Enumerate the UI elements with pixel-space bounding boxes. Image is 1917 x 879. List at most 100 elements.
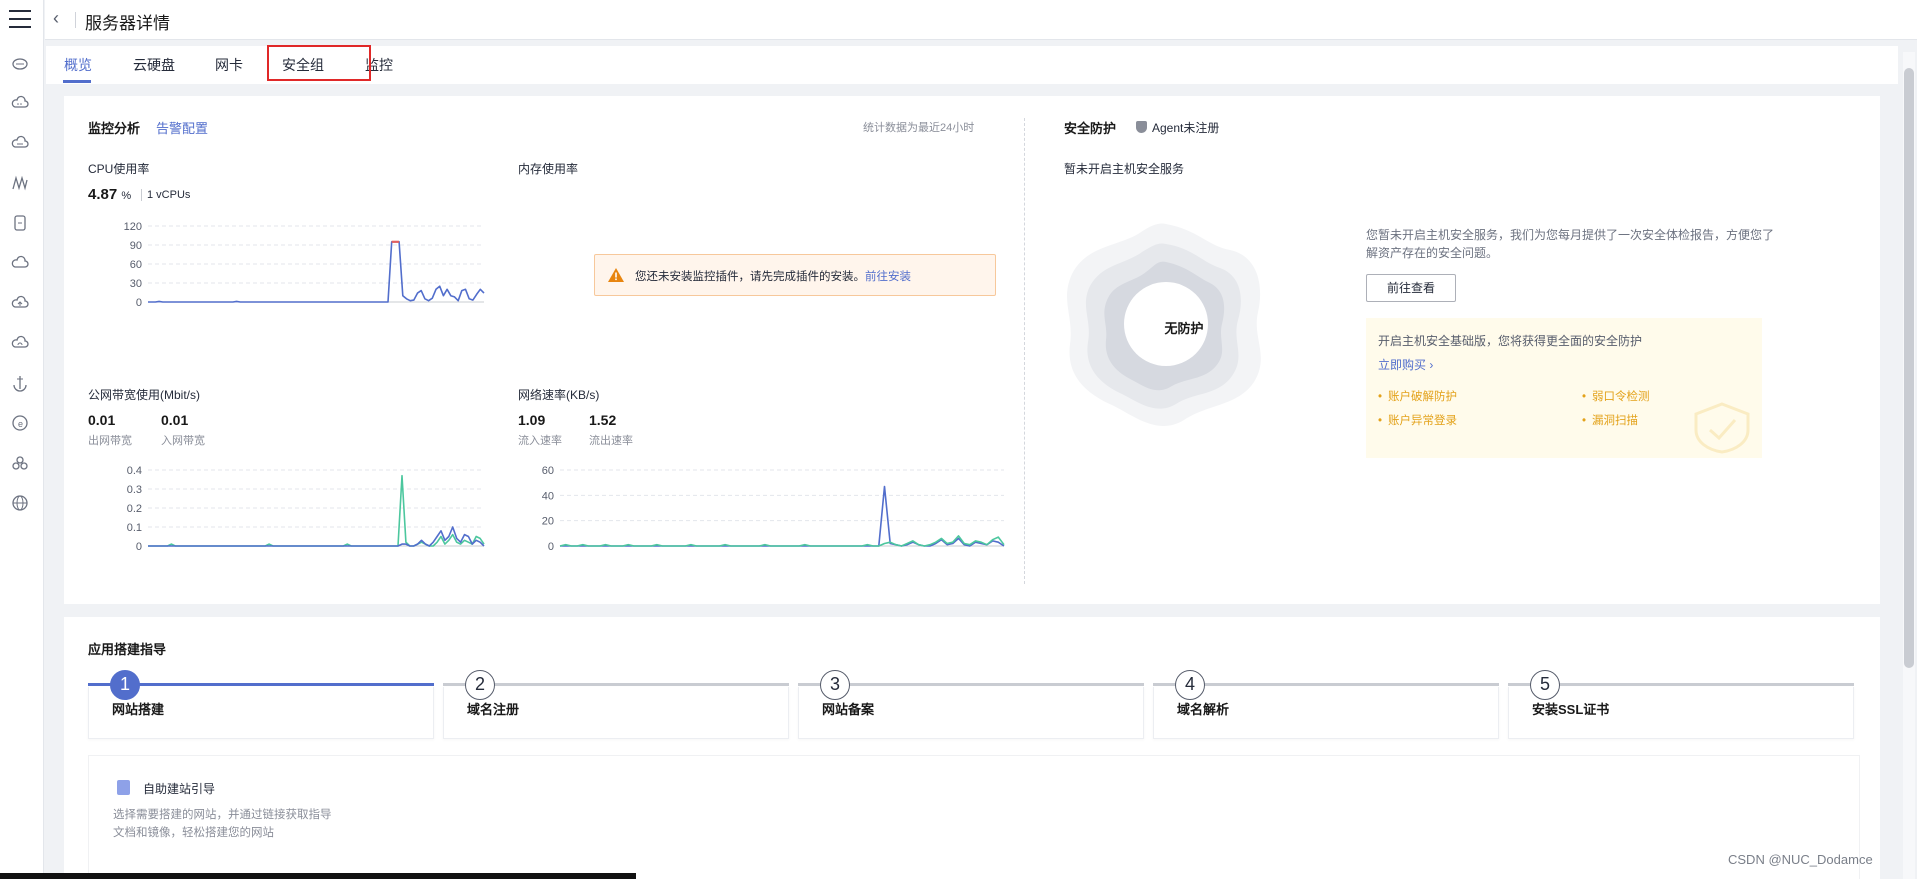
step-2[interactable]: 2 域名注册	[443, 669, 789, 739]
series-line-1	[148, 241, 485, 303]
series-line-2	[148, 526, 485, 547]
scrollbar-thumb[interactable]	[1904, 68, 1914, 668]
page-header: ‹ 服务器详情	[45, 0, 1917, 40]
cpu-label: CPU使用率	[88, 162, 150, 176]
cloud-upload-icon[interactable]	[11, 294, 29, 312]
monitor-title: 监控分析	[88, 121, 141, 136]
app-guide-card: 应用搭建指导 1 网站搭建 2 域名注册 3 网站备案 4 域名解析 5 安装S…	[64, 617, 1880, 879]
feature-item: 账户破解防护	[1378, 388, 1457, 404]
svg-text:e: e	[18, 419, 23, 429]
cloud-sync-icon[interactable]	[11, 334, 29, 352]
globe-icon[interactable]	[11, 494, 29, 512]
y-tick-label: 30	[130, 278, 142, 290]
guide-panel: 自助建站引导 选择需要搭建的网站，并通过链接获取指导 文档和镜像，轻松搭建您的网站	[88, 755, 1860, 879]
protection-status-label: 无防护	[1164, 321, 1204, 336]
monitor-card: 监控分析 告警配置 统计数据为最近24小时 CPU使用率 4.87 % 1 vC…	[64, 96, 1880, 604]
step-5[interactable]: 5 安装SSL证书	[1508, 669, 1854, 739]
bandwidth-chart: 0.4 0.3 0.2 0.1 0	[127, 465, 485, 553]
tree-icon[interactable]	[11, 454, 29, 472]
y-tick-label: 0	[136, 541, 142, 553]
cpu-value: 4.87 %	[88, 186, 132, 203]
promo-title: 开启主机安全基础版，您将获得更全面的安全防护	[1378, 334, 1643, 348]
bandwidth-out-value: 0.01	[88, 412, 116, 428]
install-plugin-link[interactable]: 前往安装	[865, 271, 911, 283]
hss-promo: 开启主机安全基础版，您将获得更全面的安全防护 立即购买 › 账户破解防护 弱口令…	[1366, 318, 1762, 458]
step-1[interactable]: 1 网站搭建	[88, 669, 434, 739]
alarm-config-link[interactable]: 告警配置	[156, 118, 208, 137]
feature-item: 账户异常登录	[1378, 412, 1457, 428]
overlay-bar	[0, 873, 636, 879]
series-line-2	[559, 535, 1005, 547]
tab-security-group[interactable]: 安全组	[282, 55, 324, 75]
netspeed-chart: 60 40 20 0	[542, 465, 1005, 553]
feature-item: 弱口令检测	[1582, 388, 1650, 404]
app-root: e ‹ 服务器详情 概览 云硬盘 网卡 安全组 监控 监控分析 告警配置 统计数…	[0, 0, 1917, 879]
cpu-vcpus: 1 vCPUs	[141, 189, 190, 201]
section-divider	[1024, 118, 1025, 584]
bandwidth-out-label: 出网带宽	[88, 435, 132, 447]
tab-bar: 概览 云硬盘 网卡 安全组 监控	[46, 46, 1898, 84]
security-desc: 您暂未开启主机安全服务，我们为您每月提供了一次安全体检报告，方便您了解资产存在的…	[1366, 228, 1775, 260]
security-title: 安全防护	[1064, 121, 1117, 136]
netspeed-in-value: 1.09	[518, 412, 546, 428]
document-icon[interactable]	[11, 214, 29, 232]
cpu-chart: 120 90 60 30 0	[124, 221, 485, 309]
step-3[interactable]: 3 网站备案	[798, 669, 1144, 739]
y-tick-label: 0	[548, 541, 554, 553]
y-tick-label: 60	[130, 259, 142, 271]
y-tick-label: 40	[542, 490, 554, 502]
feature-item: 漏洞扫描	[1582, 412, 1638, 428]
y-tick-label: 0.1	[127, 522, 142, 534]
warning-text: 您还未安装监控插件，请先完成插件的安装。前往安装	[635, 271, 911, 283]
cloud-icon[interactable]	[11, 94, 29, 112]
step-4[interactable]: 4 域名解析	[1153, 669, 1499, 739]
left-nav-rail: e	[0, 0, 44, 879]
view-report-button[interactable]: 前往查看	[1366, 274, 1456, 302]
graph-icon[interactable]	[11, 174, 29, 192]
agent-status: Agent未注册	[1136, 119, 1219, 136]
series-line-1	[148, 474, 485, 547]
guide-title: 应用搭建指导	[88, 642, 167, 657]
buy-now-link[interactable]: 立即购买 ›	[1378, 356, 1433, 373]
document-icon	[117, 780, 130, 795]
netspeed-label: 网络速率(KB/s)	[518, 388, 600, 402]
page-title: 服务器详情	[85, 14, 170, 33]
y-tick-label: 0.3	[127, 484, 142, 496]
y-tick-label: 0.2	[127, 503, 142, 515]
tab-cloud-disk[interactable]: 云硬盘	[133, 55, 175, 75]
y-tick-label: 120	[124, 221, 142, 233]
netspeed-out-value: 1.52	[589, 412, 617, 428]
guide-panel-title: 自助建站引导	[143, 782, 216, 796]
warning-icon	[608, 268, 624, 282]
bandwidth-in-label: 入网带宽	[161, 435, 205, 447]
y-tick-label: 60	[542, 465, 554, 477]
divider	[75, 12, 76, 28]
y-tick-label: 20	[542, 516, 554, 528]
plugin-warning: 您还未安装监控插件，请先完成插件的安装。前往安装	[594, 254, 996, 296]
bandwidth-label: 公网带宽使用(Mbit/s)	[88, 388, 200, 402]
menu-icon[interactable]	[9, 10, 31, 30]
chevron-left-icon[interactable]: ‹	[53, 8, 59, 29]
bandwidth-in-value: 0.01	[161, 412, 189, 428]
shield-check-icon	[1694, 402, 1750, 454]
netspeed-in-label: 流入速率	[518, 435, 562, 447]
anchor-icon[interactable]	[11, 374, 29, 392]
stats-note: 统计数据为最近24小时	[863, 122, 975, 134]
guide-panel-desc: 选择需要搭建的网站，并通过链接获取指导 文档和镜像，轻松搭建您的网站	[113, 809, 332, 839]
mem-label: 内存使用率	[518, 162, 579, 176]
cloud-2-icon[interactable]	[11, 254, 29, 272]
y-tick-label: 0	[136, 297, 142, 309]
shield-icon	[1136, 121, 1147, 133]
tab-overview[interactable]: 概览	[64, 55, 92, 75]
tab-monitor[interactable]: 监控	[365, 55, 393, 75]
y-tick-label: 0.4	[127, 465, 142, 477]
tab-nic[interactable]: 网卡	[215, 55, 243, 75]
y-tick-label: 90	[130, 240, 142, 252]
info-circle-icon[interactable]: e	[11, 414, 29, 432]
security-notice: 暂未开启主机安全服务	[1064, 162, 1185, 176]
netspeed-out-label: 流出速率	[589, 435, 633, 447]
cloud-db-icon[interactable]	[11, 134, 29, 152]
vertical-scrollbar[interactable]	[1903, 52, 1915, 879]
cloud-server-icon[interactable]	[11, 54, 29, 72]
guide-steps: 1 网站搭建 2 域名注册 3 网站备案 4 域名解析 5 安装SSL证书	[88, 669, 1860, 739]
